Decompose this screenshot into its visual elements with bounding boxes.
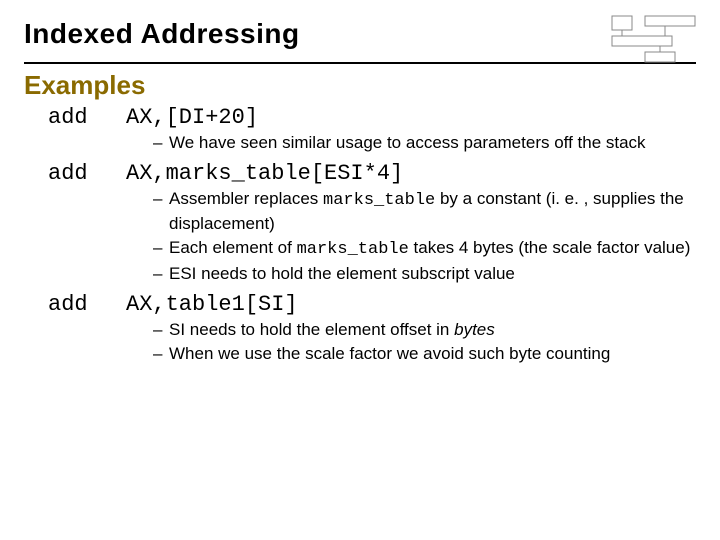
bullet-ital: bytes bbox=[454, 320, 495, 339]
bullet-list: Assembler replaces marks_table by a cons… bbox=[48, 188, 692, 286]
opcode: add bbox=[48, 161, 108, 186]
bullet-list: SI needs to hold the element offset in b… bbox=[48, 319, 692, 366]
bullet: Each element of marks_table takes 4 byte… bbox=[153, 237, 692, 262]
code-line: add AX,table1[SI] bbox=[48, 292, 692, 317]
operands: AX,[DI+20] bbox=[126, 105, 258, 130]
bullet-text-pre: Each element of bbox=[169, 238, 297, 257]
bullet: We have seen similar usage to access par… bbox=[153, 132, 692, 155]
operands: AX,marks_table[ESI*4] bbox=[126, 161, 403, 186]
bullet: Assembler replaces marks_table by a cons… bbox=[153, 188, 692, 236]
opcode: add bbox=[48, 292, 108, 317]
bullet-text-post: takes 4 bytes (the scale factor value) bbox=[409, 238, 691, 257]
bullet: SI needs to hold the element offset in b… bbox=[153, 319, 692, 342]
title-rule bbox=[24, 62, 696, 64]
bullet-list: We have seen similar usage to access par… bbox=[48, 132, 692, 155]
slide-subhead: Examples bbox=[0, 70, 720, 103]
code-line: add AX,[DI+20] bbox=[48, 105, 692, 130]
architecture-diagram-icon bbox=[610, 14, 700, 66]
code-line: add AX,marks_table[ESI*4] bbox=[48, 161, 692, 186]
bullet-text-pre: Assembler replaces bbox=[169, 189, 323, 208]
slide-title: Indexed Addressing bbox=[24, 18, 696, 50]
bullet-mono: marks_table bbox=[297, 240, 409, 259]
opcode: add bbox=[48, 105, 108, 130]
bullet-mono: marks_table bbox=[323, 191, 435, 210]
bullet: When we use the scale factor we avoid su… bbox=[153, 343, 692, 366]
content-area: add AX,[DI+20] We have seen similar usag… bbox=[0, 105, 720, 366]
bullet: ESI needs to hold the element subscript … bbox=[153, 263, 692, 286]
operands: AX,table1[SI] bbox=[126, 292, 298, 317]
slide: Indexed Addressing Examples add AX,[DI+2… bbox=[0, 0, 720, 540]
bullet-text-pre: SI needs to hold the element offset in bbox=[169, 320, 454, 339]
